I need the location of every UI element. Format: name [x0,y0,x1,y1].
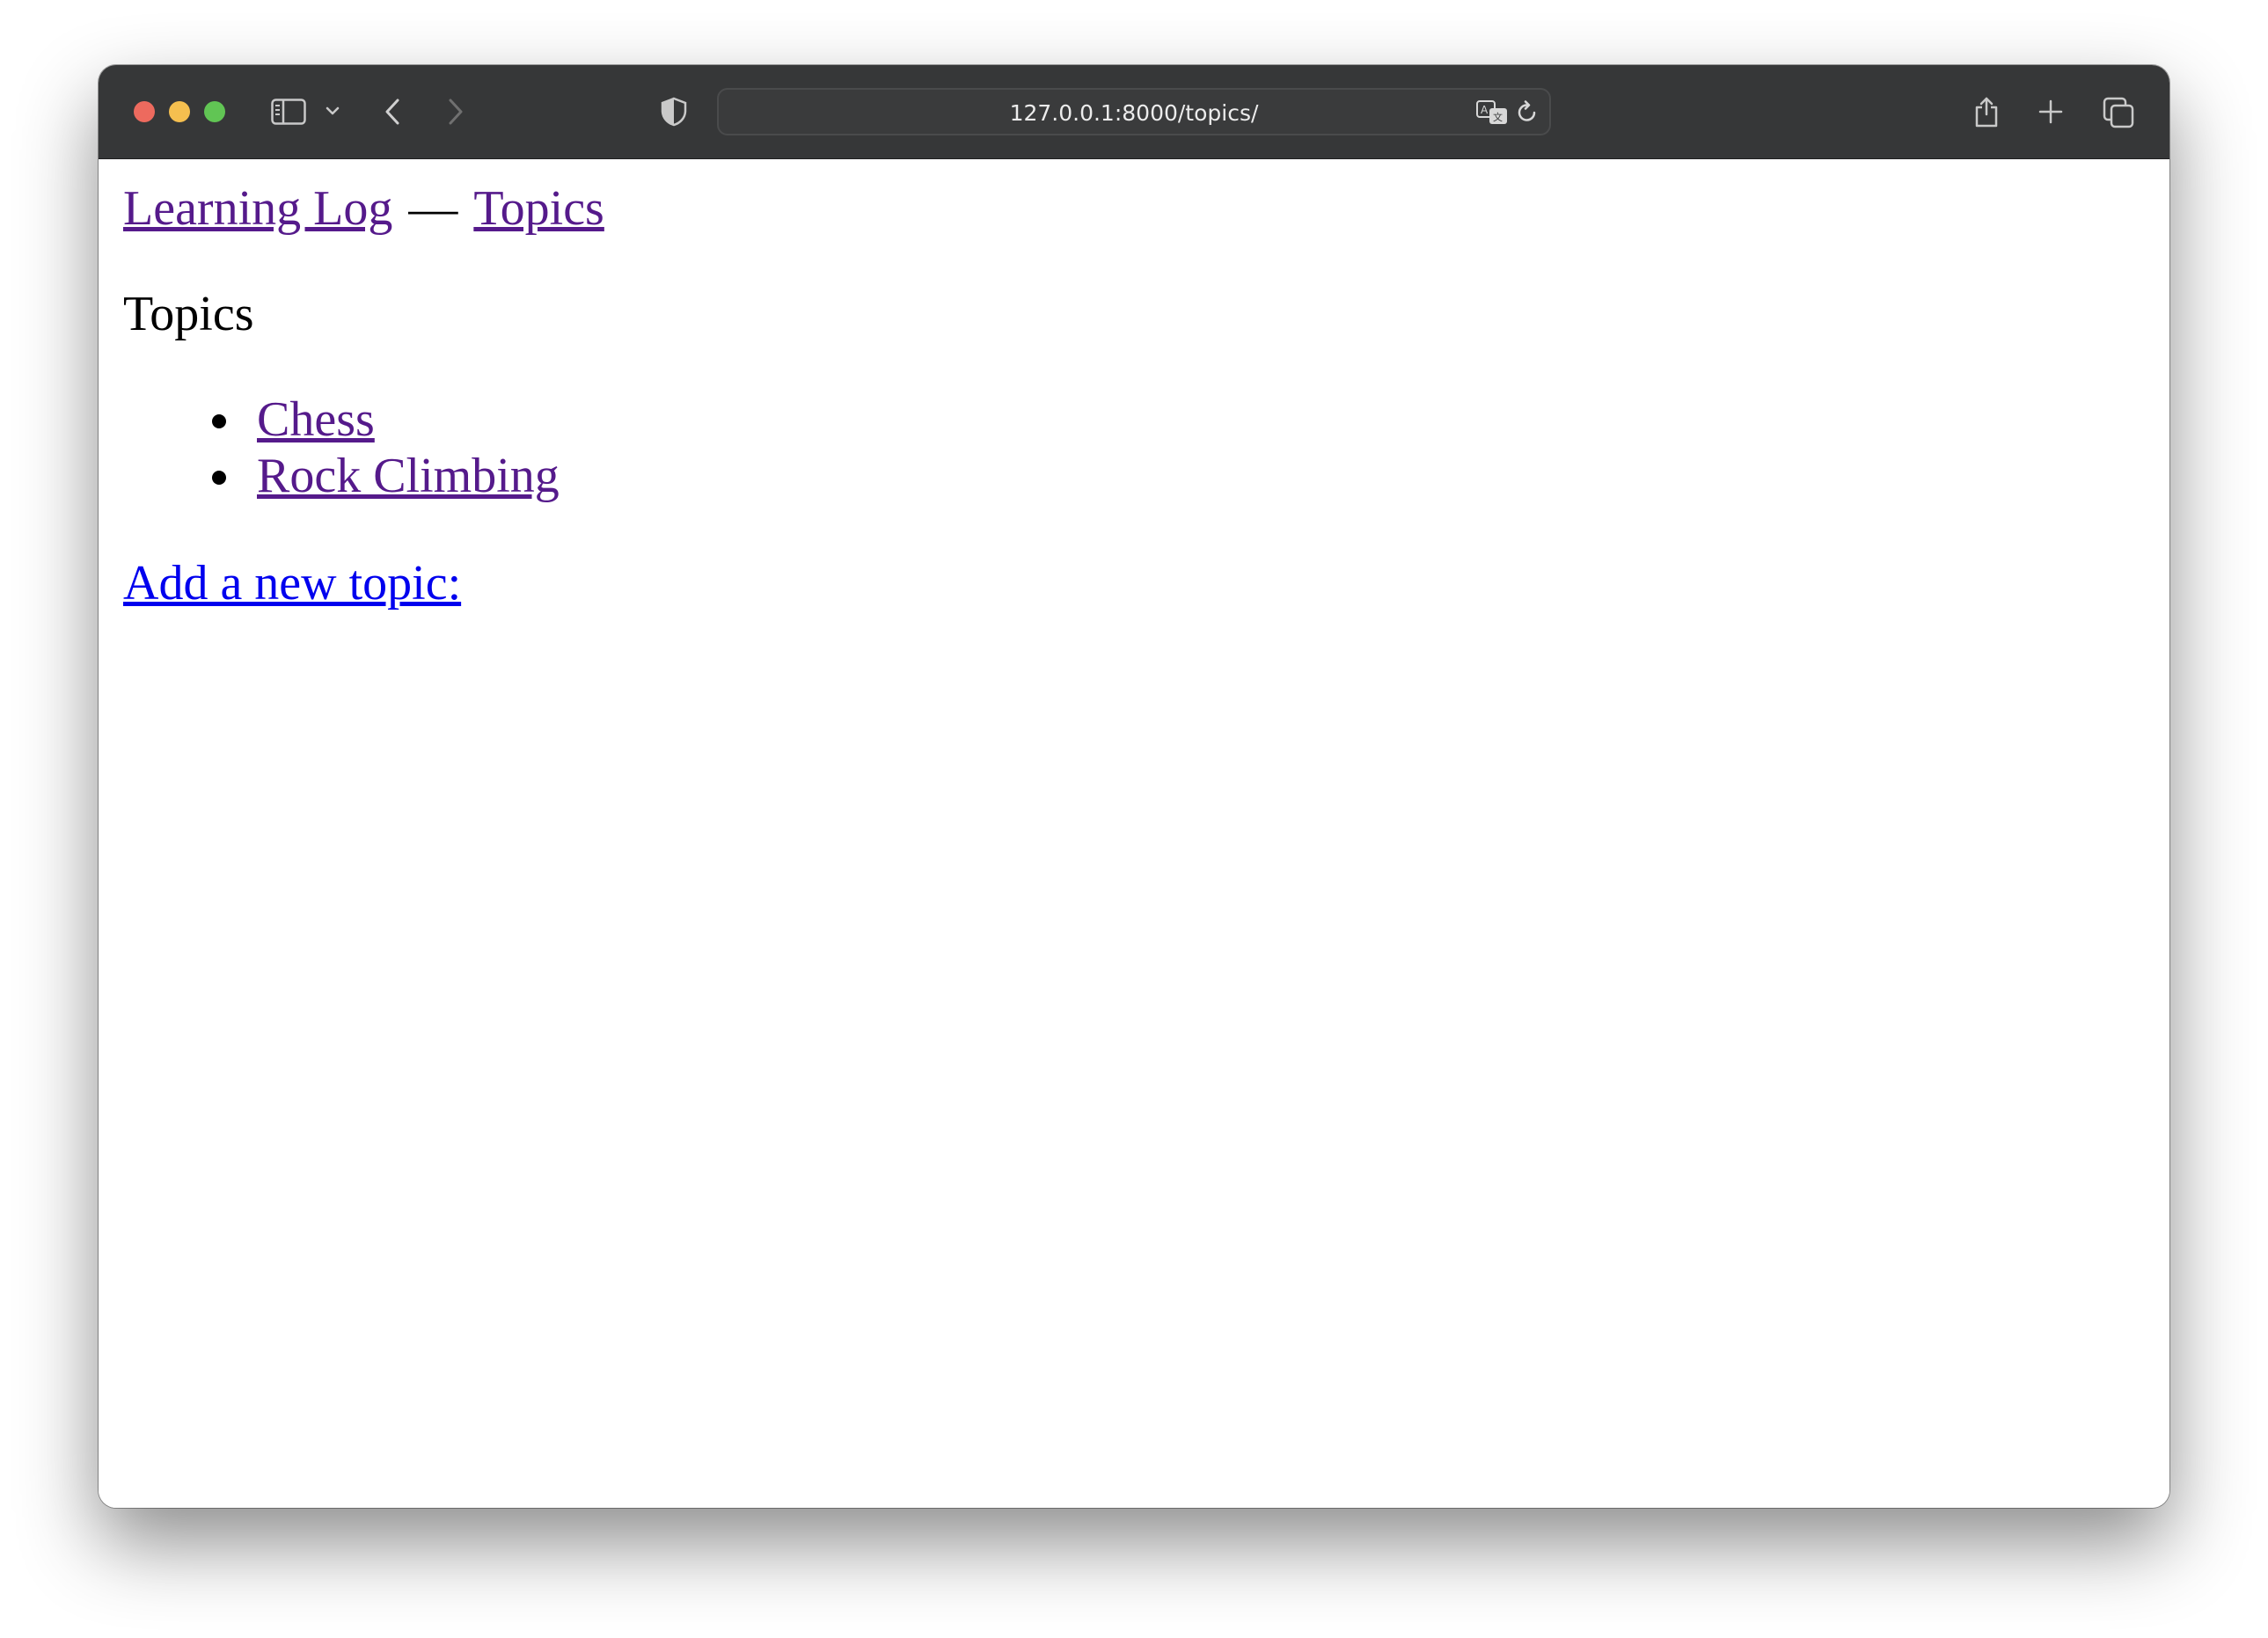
forward-arrow-icon[interactable] [447,98,465,126]
topics-list: Chess Rock Climbing [99,391,560,504]
site-nav: Learning Log — Topics [123,180,604,237]
shield-icon[interactable] [660,97,688,127]
svg-text:A: A [1481,104,1489,116]
svg-text:文: 文 [1493,111,1503,123]
topic-link-chess[interactable]: Chess [257,392,375,447]
browser-toolbar: 127.0.0.1:8000/topics/ A 文 [99,65,2169,159]
plus-icon[interactable] [2038,99,2064,125]
learning-log-home-link[interactable]: Learning Log [123,181,392,236]
tabs-overview-icon[interactable] [2103,97,2134,128]
topics-nav-link[interactable]: Topics [473,181,604,236]
add-new-topic-link[interactable]: Add a new topic: [123,556,461,611]
close-window-button[interactable] [134,101,155,122]
minimize-window-button[interactable] [169,101,190,122]
desktop-stage: 127.0.0.1:8000/topics/ A 文 Learning Log … [0,0,2268,1638]
list-item: Rock Climbing [246,448,560,504]
reload-icon[interactable] [1516,100,1539,125]
maximize-window-button[interactable] [204,101,225,122]
share-icon[interactable] [1972,93,2001,128]
list-item: Chess [246,391,560,448]
page-title: Topics [123,287,254,341]
address-bar[interactable]: 127.0.0.1:8000/topics/ A 文 [717,88,1551,135]
translate-icon[interactable]: A 文 [1475,99,1511,126]
sidebar-icon[interactable] [271,99,306,125]
nav-separator: — [408,181,458,236]
page-content: Learning Log — Topics Topics Chess Rock Cl… [99,159,2169,1508]
browser-window: 127.0.0.1:8000/topics/ A 文 Learning Log … [99,65,2169,1508]
url-text[interactable]: 127.0.0.1:8000/topics/ [719,100,1549,127]
add-topic-paragraph: Add a new topic: [123,555,461,611]
back-arrow-icon[interactable] [384,98,401,126]
topic-link-rock-climbing[interactable]: Rock Climbing [257,449,560,503]
chevron-down-icon[interactable] [326,106,340,116]
